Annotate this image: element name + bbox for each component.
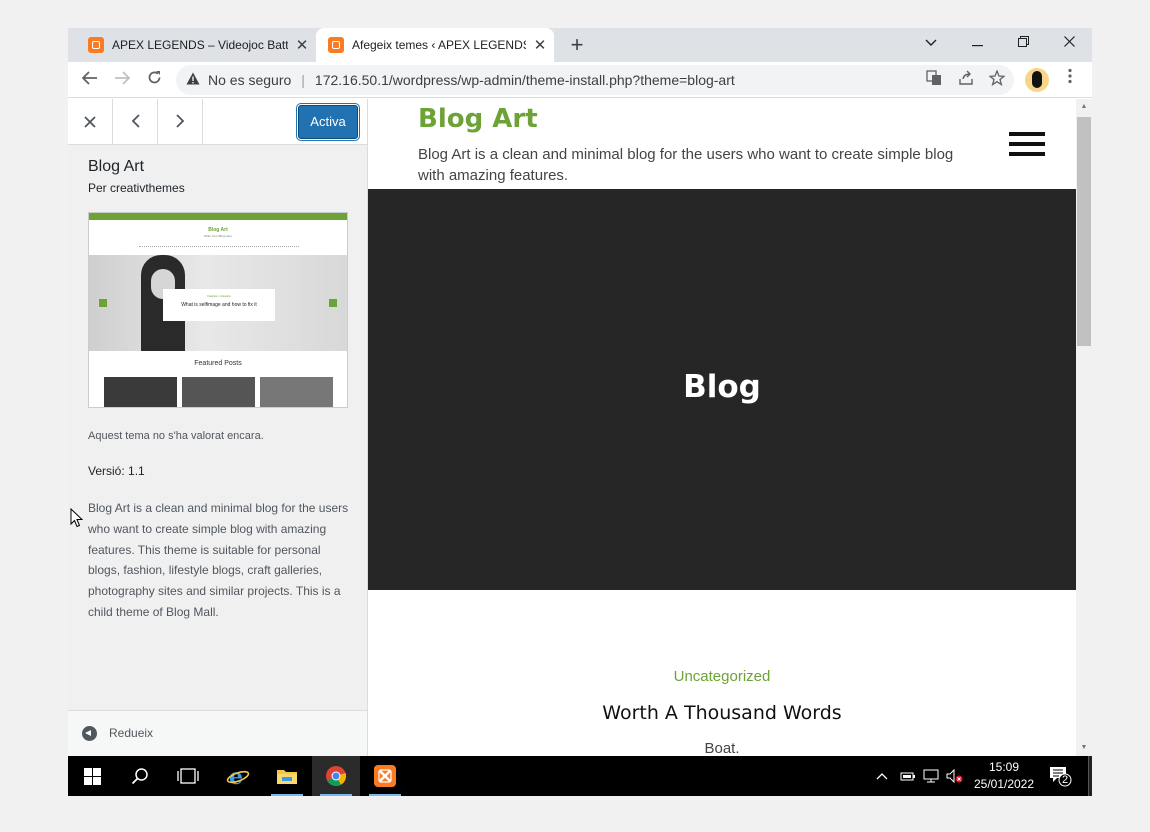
- battery-icon[interactable]: [900, 756, 916, 796]
- file-explorer-icon[interactable]: [263, 756, 311, 796]
- profile-avatar[interactable]: [1025, 68, 1049, 92]
- banner-title: Blog: [683, 369, 761, 405]
- sidebar-header: Activa: [68, 99, 367, 145]
- preview-scrollbar[interactable]: ▲ ▼: [1076, 99, 1092, 756]
- tab-strip: APEX LEGENDS – Videojoc Battle ✕ Afegeix…: [68, 28, 1092, 62]
- screenshot-thumb: [104, 377, 177, 407]
- preview-banner: Blog: [368, 189, 1076, 590]
- reload-icon[interactable]: [140, 66, 168, 94]
- mouse-cursor-icon: [70, 507, 84, 533]
- scroll-thumb[interactable]: [1077, 117, 1091, 346]
- scroll-down-icon[interactable]: ▼: [1076, 740, 1092, 756]
- theme-name: Blog Art: [88, 158, 145, 175]
- minimize-button[interactable]: [954, 28, 1000, 56]
- post-title-link[interactable]: Worth A Thousand Words: [368, 702, 1076, 724]
- theme-screenshot: Blog Art Write Your Blog Here Fashion, L…: [88, 212, 348, 408]
- close-preview-button[interactable]: [68, 99, 113, 145]
- page-content: Activa Blog Art Per creativthemes Blog A…: [68, 99, 1092, 756]
- collapse-label: Redueix: [109, 726, 154, 740]
- preview-site-description: Blog Art is a clean and minimal blog for…: [418, 146, 954, 184]
- clock-date: 25/01/2022: [973, 777, 1035, 791]
- next-theme-button[interactable]: [158, 99, 203, 145]
- theme-details-sidebar: Activa Blog Art Per creativthemes Blog A…: [68, 99, 368, 756]
- collapse-arrow-icon: [82, 726, 97, 741]
- new-tab-button[interactable]: +: [564, 32, 590, 58]
- browser-toolbar: No es seguro | 172.16.50.1/wordpress/wp-…: [68, 62, 1092, 98]
- close-window-button[interactable]: [1046, 28, 1092, 56]
- back-icon[interactable]: [76, 66, 104, 94]
- browser-window: APEX LEGENDS – Videojoc Battle ✕ Afegeix…: [68, 28, 1092, 796]
- windows-taskbar: e 15:09 25/01/2022 2: [68, 756, 1092, 796]
- tab-title: Afegeix temes ‹ APEX LEGENDS —: [352, 38, 526, 52]
- screenshot-prev-arrow-icon: [99, 299, 107, 307]
- close-tab-icon[interactable]: ✕: [526, 36, 554, 54]
- security-label[interactable]: No es seguro: [208, 72, 291, 88]
- screenshot-thumb: [260, 377, 333, 407]
- previous-theme-button[interactable]: [113, 99, 158, 145]
- preview-site-title[interactable]: Blog Art: [418, 104, 538, 134]
- screenshot-nav: [139, 246, 299, 249]
- show-hidden-icons[interactable]: [876, 756, 888, 796]
- post-category-link[interactable]: Uncategorized: [368, 668, 1076, 685]
- translate-icon[interactable]: [926, 70, 942, 89]
- tab-title: APEX LEGENDS – Videojoc Battle: [112, 38, 288, 52]
- screenshot-featured-title: Featured Posts: [194, 360, 242, 367]
- scroll-up-icon[interactable]: ▲: [1076, 99, 1092, 115]
- screenshot-hero: Fashion, Lifestyle What is selfimage and…: [89, 255, 347, 351]
- address-bar[interactable]: No es seguro | 172.16.50.1/wordpress/wp-…: [176, 65, 1014, 95]
- collapse-sidebar-button[interactable]: Redueix: [68, 710, 367, 756]
- warning-icon[interactable]: [186, 72, 200, 88]
- activate-button[interactable]: Activa: [298, 105, 358, 139]
- theme-author: Per creativthemes: [88, 181, 185, 195]
- url-text[interactable]: 172.16.50.1/wordpress/wp-admin/theme-ins…: [315, 72, 735, 88]
- volume-muted-icon[interactable]: [946, 756, 964, 796]
- clock-time: 15:09: [988, 760, 1020, 774]
- chrome-icon[interactable]: [312, 756, 360, 796]
- screenshot-site-subtitle: Write Your Blog Here: [204, 234, 232, 238]
- screenshot-topbar: [89, 213, 347, 220]
- screenshot-next-arrow-icon: [329, 299, 337, 307]
- xampp-icon[interactable]: [361, 756, 409, 796]
- screenshot-slide-category: Fashion, Lifestyle: [207, 294, 231, 298]
- search-icon[interactable]: [116, 756, 164, 796]
- taskbar-clock[interactable]: 15:09 25/01/2022: [968, 759, 1040, 793]
- notification-count: 2: [1061, 774, 1069, 786]
- forward-icon[interactable]: [108, 66, 136, 94]
- show-desktop-button[interactable]: [1088, 756, 1092, 796]
- tab-search-icon[interactable]: [908, 28, 954, 56]
- screenshot-slide-card: Fashion, Lifestyle What is selfimage and…: [163, 289, 275, 321]
- address-separator: |: [301, 72, 305, 88]
- theme-description: Blog Art is a clean and minimal blog for…: [88, 501, 349, 619]
- screenshot-slide-title: What is selfimage and how to fix it: [181, 302, 257, 308]
- close-tab-icon[interactable]: ✕: [288, 36, 316, 54]
- xampp-favicon-icon: [328, 37, 344, 53]
- menu-kebab-icon[interactable]: [1058, 68, 1082, 92]
- rating-text: Aquest tema no s'ha valorat encara.: [88, 430, 264, 442]
- tab-afegeix-temes[interactable]: Afegeix temes ‹ APEX LEGENDS — ✕: [316, 28, 554, 62]
- version-text: Versió: 1.1: [88, 464, 145, 478]
- tab-apex-legends[interactable]: APEX LEGENDS – Videojoc Battle ✕: [76, 28, 316, 62]
- start-button[interactable]: [68, 756, 116, 796]
- restore-button[interactable]: [1000, 28, 1046, 56]
- bookmark-star-icon[interactable]: [988, 69, 1006, 89]
- screenshot-site-title: Blog Art: [208, 227, 228, 233]
- screenshot-thumb: [182, 377, 255, 407]
- network-icon[interactable]: [923, 756, 941, 796]
- task-view-icon[interactable]: [164, 756, 212, 796]
- internet-explorer-icon[interactable]: e: [214, 756, 262, 796]
- theme-preview-frame[interactable]: Blog Art Blog Art is a clean and minimal…: [368, 99, 1076, 756]
- post-excerpt: Boat.: [704, 740, 740, 756]
- hamburger-menu-icon[interactable]: [1009, 132, 1045, 158]
- xampp-favicon-icon: [88, 37, 104, 53]
- share-icon[interactable]: [958, 70, 974, 89]
- notification-center-icon[interactable]: 2: [1049, 765, 1073, 787]
